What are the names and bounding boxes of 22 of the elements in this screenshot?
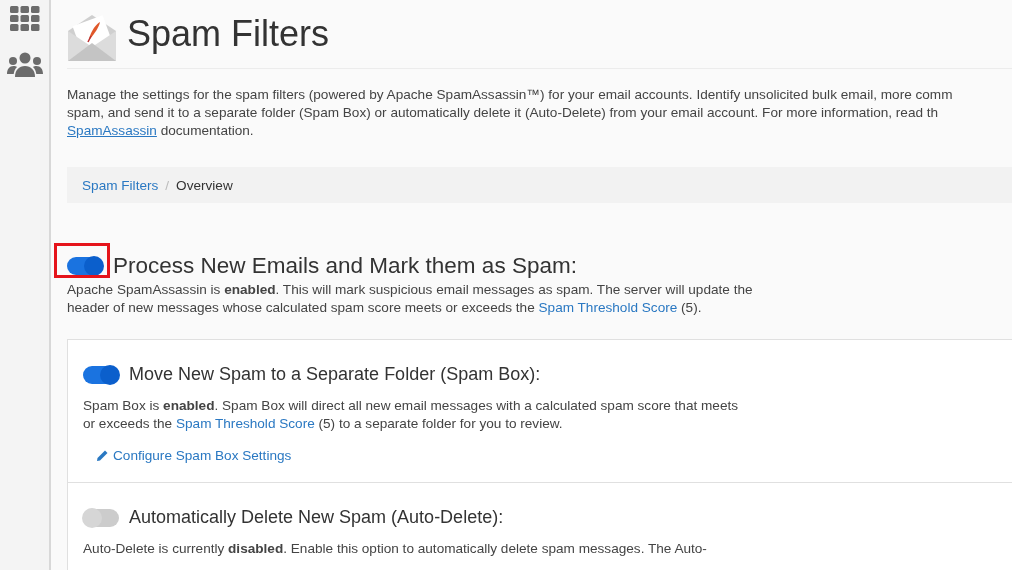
setting-title: Automatically Delete New Spam (Auto-Delete): [129,507,504,528]
breadcrumb-item[interactable]: Spam Filters [82,177,159,193]
toggle-switch[interactable] [67,257,103,275]
page-title: Spam Filters [127,13,330,55]
toggle-switch[interactable] [83,365,119,384]
breadcrumb-separator: / [165,177,170,193]
documentation-link[interactable]: SpamAssassin [67,123,157,138]
threshold-link[interactable]: Spam Threshold Score [538,300,678,315]
description-text: Manage the settings for the spam filters (powered by Apache SpamAssassin™) for your email accounts. Identify unsolicited bulk email, more comm spam, and send it to a separate folder (Spam Box) or automatically delete it (Auto-Delete) from your email account. For more information, read th SpamAssassin documentation. [67,86,954,140]
setting-description: Auto-Delete is currently disabled. Enable this option to automatically delete spam messages. The Auto- [83,540,708,558]
configure-link[interactable]: Configure Spam Box Settings [96,448,292,463]
envelope-feather-icon [67,13,117,63]
setting-title: Move New Spam to a Separate Folder (Spam Box): [129,364,541,385]
setting-description: Apache SpamAssassin is enabled. This will mark suspicious email messages as spam. The server will update the header of new messages whose calculated spam score meets or exceeds the Spam Threshold Score (5). [67,281,754,317]
pencil-icon [96,449,109,462]
setting-description: Spam Box is enabled. Spam Box will direct all new email messages with a calculated spam score that meets or exceeds the Spam Threshold Score (5) to a separate folder for you to review. [83,397,740,433]
setting-title: Process New Emails and Mark them as Spam: [113,253,577,279]
users-icon[interactable] [6,52,43,78]
threshold-link[interactable]: Spam Threshold Score [175,416,315,431]
toggle-switch[interactable] [83,508,119,527]
grid-icon[interactable] [9,6,40,32]
breadcrumb-item: Overview [176,177,233,193]
